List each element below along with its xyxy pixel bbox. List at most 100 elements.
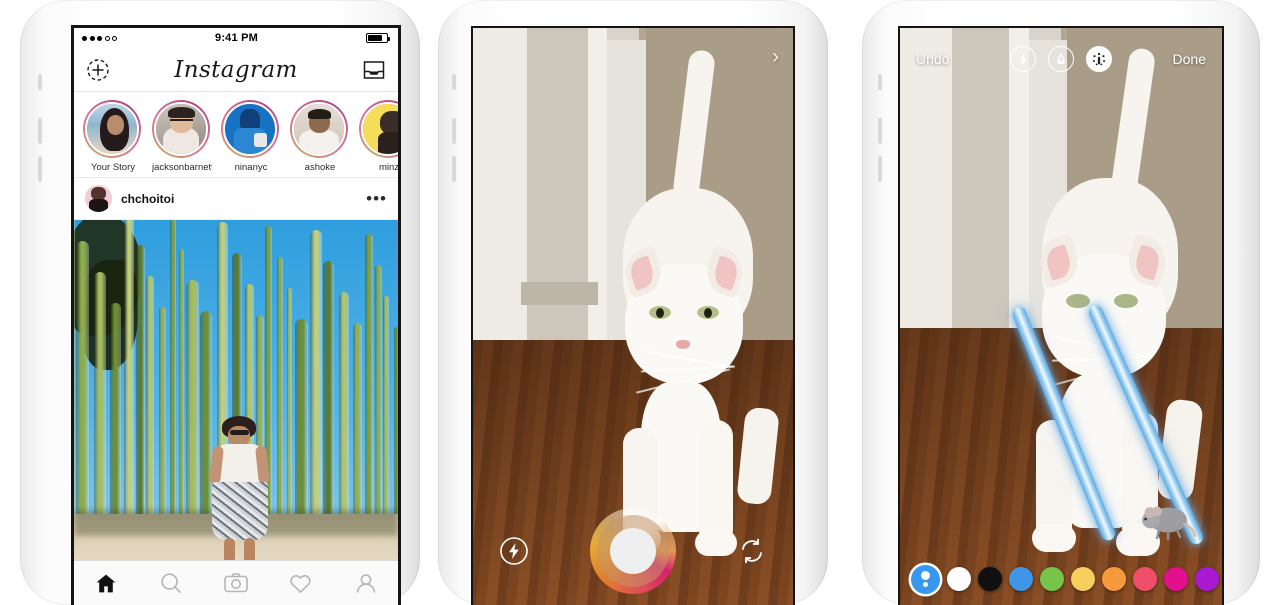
undo-button[interactable]: Undo	[916, 51, 949, 67]
volume-up-button[interactable]	[452, 118, 456, 144]
story-username: minz	[378, 162, 398, 173]
camera-plus-icon[interactable]	[86, 58, 110, 82]
cactus-column	[339, 292, 349, 538]
story-item[interactable]: ninanyc	[221, 100, 281, 177]
mouse-sticker[interactable]	[1137, 498, 1200, 546]
done-button[interactable]: Done	[1173, 51, 1206, 67]
story-ring	[152, 100, 210, 158]
brush-size-swatch[interactable]	[911, 564, 940, 594]
cactus-column	[146, 276, 154, 538]
post-username[interactable]: chchoitoi	[121, 192, 357, 206]
draw-canvas[interactable]	[900, 28, 1222, 605]
cactus-column	[170, 220, 176, 538]
volume-up-button[interactable]	[878, 118, 882, 144]
story-item[interactable]: Your Story	[83, 100, 143, 177]
phone-stories-camera: ›	[438, 0, 828, 605]
volume-down-button[interactable]	[452, 156, 456, 182]
cactus-column	[353, 323, 362, 538]
color-palette[interactable]	[900, 559, 1222, 599]
phone2-screen: ›	[473, 28, 793, 605]
color-black[interactable]	[978, 567, 1002, 591]
avatar	[85, 102, 139, 156]
cactus-column	[186, 280, 199, 538]
phone1-screen: 9:41 PM Instagram Your Story jacksonbarn…	[74, 28, 398, 605]
story-item[interactable]: jacksonbarnett	[152, 100, 212, 177]
heart-icon	[290, 574, 311, 593]
volume-down-button[interactable]	[878, 156, 882, 182]
cactus-column	[76, 241, 89, 538]
color-yellow[interactable]	[1071, 567, 1095, 591]
story-ring	[290, 100, 348, 158]
status-bar: 9:41 PM	[74, 28, 398, 48]
status-time: 9:41 PM	[215, 32, 258, 44]
phone-stories-draw: Undo Done	[862, 0, 1260, 605]
cactus-column	[136, 245, 145, 538]
avatar	[154, 102, 208, 156]
color-red[interactable]	[1133, 567, 1157, 591]
story-username: Your Story	[90, 162, 135, 173]
tab-home[interactable]	[74, 573, 139, 594]
cactus-column	[394, 327, 398, 538]
camera-controls	[473, 505, 793, 597]
cactus-column	[277, 257, 283, 538]
volume-up-button[interactable]	[38, 118, 42, 144]
home-icon	[96, 574, 116, 592]
cactus-column	[310, 230, 322, 538]
color-orange[interactable]	[1102, 567, 1126, 591]
cactus-column	[200, 311, 212, 538]
avatar	[223, 102, 277, 156]
tab-profile[interactable]	[333, 573, 398, 594]
cactus-column	[295, 319, 308, 538]
brush-size-small-dot	[923, 582, 928, 588]
post-photo[interactable]	[74, 220, 398, 566]
direct-inbox-icon[interactable]	[362, 59, 386, 81]
marker-brush-icon[interactable]	[1048, 46, 1074, 72]
neon-glow-brush-icon[interactable]	[1086, 46, 1112, 72]
chevron-right-icon[interactable]: ›	[772, 46, 779, 67]
color-green[interactable]	[1040, 567, 1064, 591]
search-icon	[161, 573, 181, 593]
phone-instagram-feed: 9:41 PM Instagram Your Story jacksonbarn…	[20, 0, 420, 605]
pen-brush-icon[interactable]	[1010, 46, 1036, 72]
post-header: chchoitoi •••	[74, 178, 398, 220]
shutter-button[interactable]	[590, 508, 676, 594]
battery-icon	[366, 33, 390, 43]
cactus-column	[110, 303, 121, 538]
color-white[interactable]	[947, 567, 971, 591]
cactus-column	[287, 288, 292, 538]
color-blue[interactable]	[1009, 567, 1033, 591]
mute-switch[interactable]	[452, 74, 456, 90]
shutter-core	[610, 528, 656, 574]
cactus-column	[323, 261, 334, 538]
story-item[interactable]: ashoke	[290, 100, 350, 177]
story-ring	[221, 100, 279, 158]
cactus-column	[179, 249, 184, 538]
brush-tools[interactable]	[1010, 46, 1112, 72]
tab-bar[interactable]	[74, 560, 398, 605]
color-purple[interactable]	[1195, 567, 1219, 591]
tab-activity[interactable]	[268, 573, 333, 594]
camera-icon	[224, 573, 248, 593]
story-username: ninanyc	[234, 162, 268, 173]
avatar[interactable]	[85, 185, 112, 212]
screenshot-stage: 9:41 PM Instagram Your Story jacksonbarn…	[0, 0, 1280, 605]
cactus-column	[375, 265, 382, 538]
mute-switch[interactable]	[878, 74, 882, 90]
tab-camera[interactable]	[204, 573, 269, 593]
story-username: ashoke	[304, 162, 336, 173]
color-magenta[interactable]	[1164, 567, 1188, 591]
camera-flip-button[interactable]	[737, 536, 767, 566]
camera-top-bar: ›	[473, 28, 793, 84]
page-title: Instagram	[174, 56, 298, 83]
instagram-navbar: Instagram	[74, 48, 398, 92]
mute-switch[interactable]	[38, 74, 42, 90]
tab-search[interactable]	[139, 572, 204, 594]
stories-tray[interactable]: Your Story jacksonbarnett ninanyc ashoke…	[74, 92, 398, 178]
flash-button[interactable]	[499, 536, 529, 566]
post-menu-button[interactable]: •••	[366, 190, 387, 207]
cactus-column	[74, 220, 75, 538]
cactus-column	[124, 220, 134, 538]
story-item[interactable]: minz	[359, 100, 398, 177]
volume-down-button[interactable]	[38, 156, 42, 182]
cactus-column	[365, 234, 373, 538]
